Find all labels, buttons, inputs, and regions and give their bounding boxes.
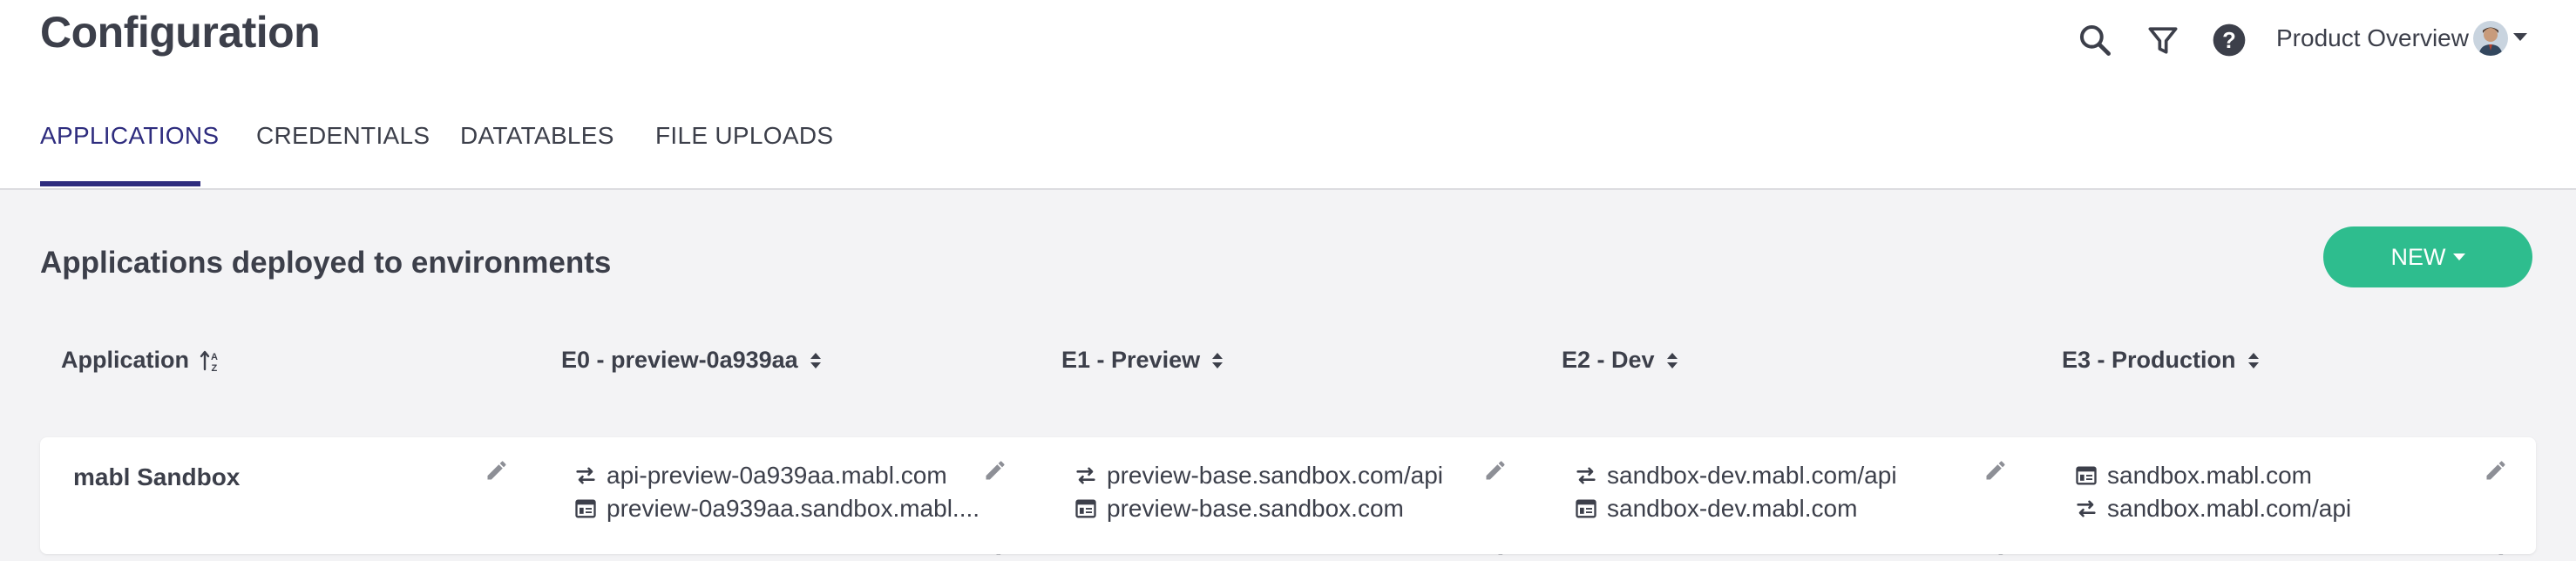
column-header-e1[interactable]: E1 - Preview [1061,347,1224,374]
api-icon [1576,467,1596,484]
help-icon[interactable]: ? [2210,21,2248,59]
column-header-label: E0 - preview-0a939aa [561,347,798,373]
env-url-e0-api[interactable]: api-preview-0a939aa.mabl.com [573,462,947,490]
env-url-text: sandbox-dev.mabl.com/api [1607,462,1897,489]
edit-env-e1-icon[interactable] [1483,458,1508,483]
env-url-text: api-preview-0a939aa.mabl.com [607,462,947,489]
column-header-label: E1 - Preview [1061,347,1201,373]
application-name: mabl Sandbox [73,463,241,490]
env-url-e0-web[interactable]: preview-0a939aa.sandbox.mabl.... [573,495,980,523]
workspace-selector[interactable]: Product Overview [2276,24,2469,52]
table-row: mabl Sandbox api-preview-0a939aa.mabl.co… [40,437,2536,554]
filter-icon[interactable] [2144,21,2182,59]
tab-credentials[interactable]: CREDENTIALS [256,122,430,150]
env-url-e2-web[interactable]: sandbox-dev.mabl.com [1574,495,1857,523]
api-icon [576,467,595,484]
active-tab-indicator [40,181,200,186]
search-icon[interactable] [2076,21,2114,59]
sort-alpha-icon[interactable]: A Z [200,348,222,373]
svg-text:?: ? [2222,29,2236,53]
column-header-label: E3 - Production [2062,347,2236,373]
env-url-text: sandbox.mabl.com/api [2107,495,2352,522]
edit-env-e2-icon[interactable] [1983,458,2008,483]
web-icon [1576,499,1596,518]
api-icon [1076,467,1095,484]
tab-datatables[interactable]: DATATABLES [460,122,614,150]
edit-env-e3-icon[interactable] [2484,458,2508,483]
api-icon [2077,500,2096,517]
column-header-label: Application [61,347,189,373]
sort-icon[interactable] [2247,350,2261,371]
env-url-e1-api[interactable]: preview-base.sandbox.com/api [1074,462,1443,490]
column-header-e3[interactable]: E3 - Production [2062,347,2261,374]
column-header-label: E2 - Dev [1562,347,1655,373]
page-title: Configuration [40,8,321,57]
sort-icon[interactable] [1665,350,1679,371]
new-button[interactable]: NEW [2323,226,2532,287]
tab-applications[interactable]: APPLICATIONS [40,122,219,150]
avatar[interactable] [2473,21,2508,56]
env-url-text: sandbox-dev.mabl.com [1607,495,1858,522]
env-url-text: preview-0a939aa.sandbox.mabl.... [607,495,980,522]
env-url-text: sandbox.mabl.com [2107,462,2313,489]
env-url-e3-web[interactable]: sandbox.mabl.com [2074,462,2312,490]
svg-text:A: A [211,352,218,362]
env-url-e1-web[interactable]: preview-base.sandbox.com [1074,495,1404,523]
web-icon [2076,466,2097,485]
env-url-e2-api[interactable]: sandbox-dev.mabl.com/api [1574,462,1897,490]
page-header: Configuration ? Product Overview APPLICA… [0,0,2576,190]
env-url-e3-api[interactable]: sandbox.mabl.com/api [2074,495,2351,523]
sort-icon[interactable] [1210,350,1224,371]
edit-application-icon[interactable] [485,458,509,483]
web-icon [1075,499,1096,518]
new-button-label: NEW [2390,243,2446,270]
tab-file-uploads[interactable]: FILE UPLOADS [655,122,833,150]
sort-icon[interactable] [809,350,823,371]
section-title: Applications deployed to environments [40,246,612,280]
env-url-text: preview-base.sandbox.com [1107,495,1404,522]
column-header-application[interactable]: Application A Z [61,347,222,374]
column-header-e0[interactable]: E0 - preview-0a939aa [561,347,823,374]
env-url-text: preview-base.sandbox.com/api [1107,462,1443,489]
web-icon [575,499,596,518]
edit-env-e0-icon[interactable] [983,458,1007,483]
user-menu-caret-icon[interactable] [2513,33,2527,41]
svg-text:Z: Z [212,363,218,373]
column-header-e2[interactable]: E2 - Dev [1562,347,1679,374]
chevron-down-icon [2452,253,2465,260]
